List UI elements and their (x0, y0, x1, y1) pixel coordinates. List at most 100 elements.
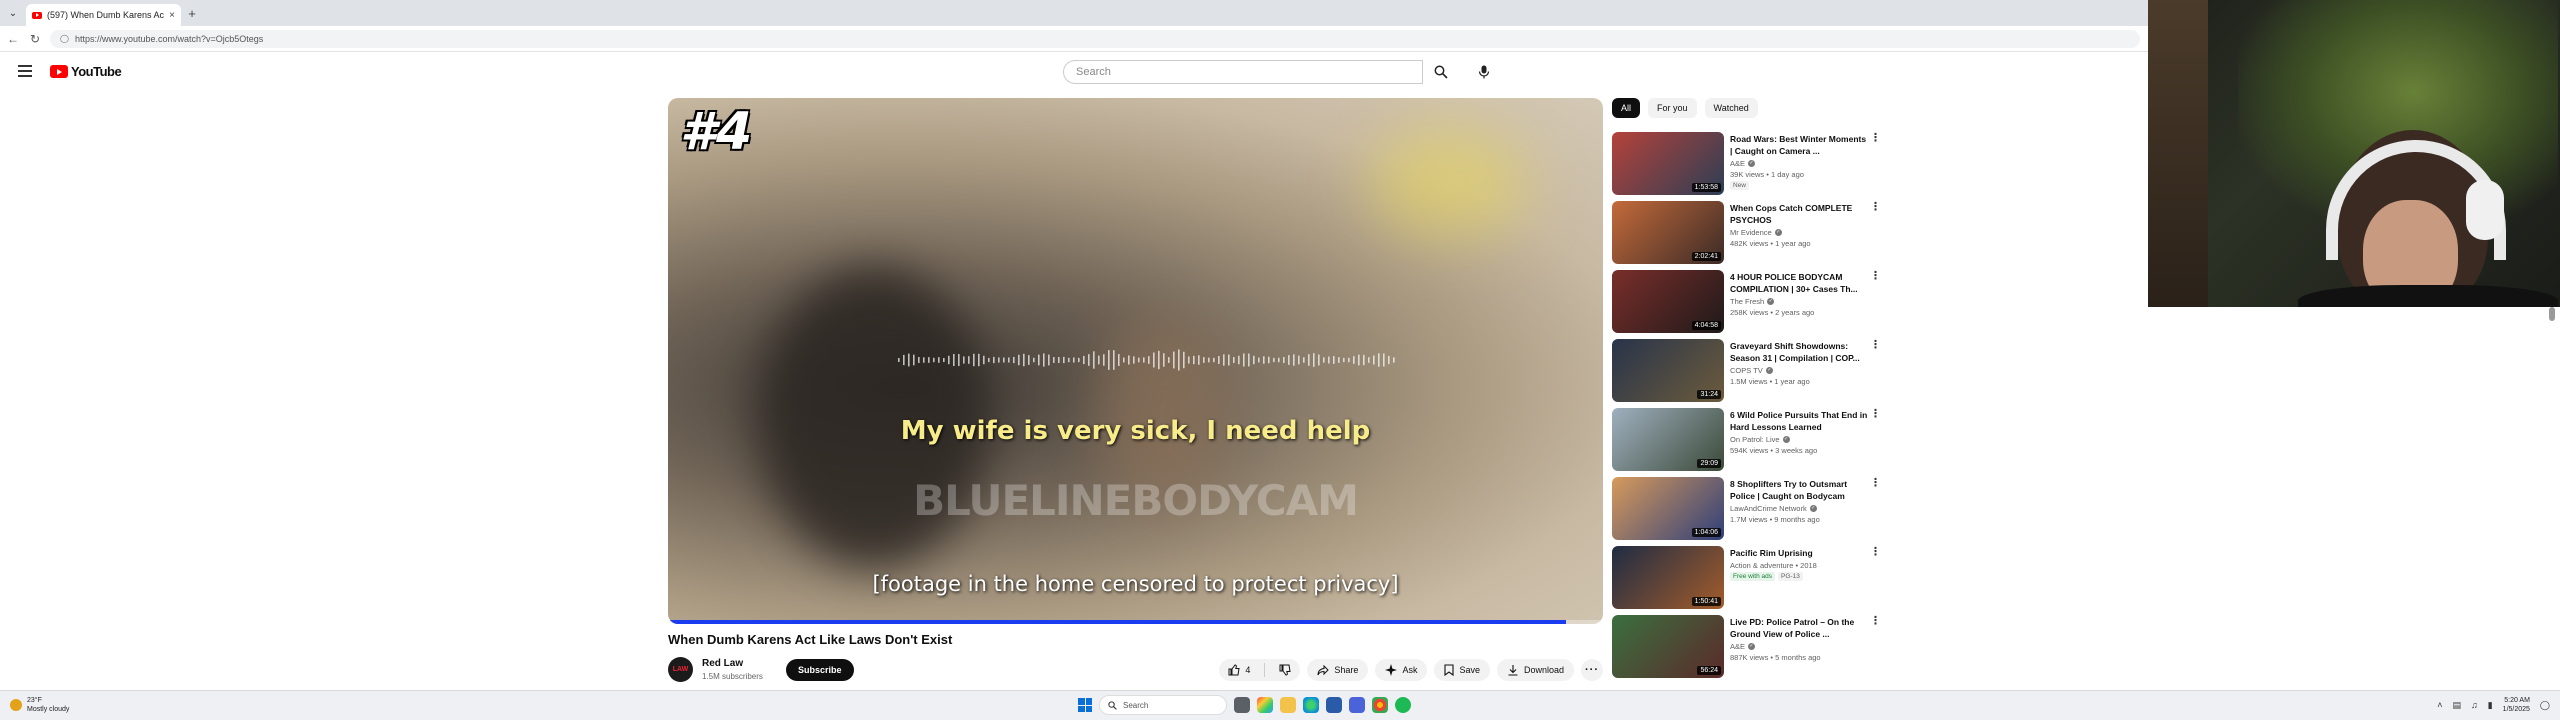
recommendation-thumbnail[interactable]: 29:09 (1612, 408, 1724, 471)
menu-icon[interactable] (18, 65, 32, 77)
save-button[interactable]: Save (1434, 659, 1490, 681)
more-vertical-icon[interactable]: ⋮ (1870, 478, 1881, 489)
waveform-bar (1168, 357, 1170, 363)
channel-row: LAW Red Law 1.5M subscribers Subscribe 4… (668, 655, 1603, 683)
weather-widget[interactable]: 23°F Mostly cloudy (10, 696, 69, 714)
share-button[interactable]: Share (1307, 659, 1369, 681)
recommendation-channel[interactable]: Action & adventure • 2018 (1730, 561, 1817, 570)
browser-tab-active[interactable]: (597) When Dumb Karens Ac × (26, 4, 181, 26)
tab-list-chevron-icon[interactable]: ⌄ (0, 0, 26, 26)
channel-name[interactable]: Red Law (702, 658, 743, 669)
more-vertical-icon[interactable]: ⋮ (1870, 547, 1881, 558)
recommendation-thumbnail[interactable]: 1:04:06 (1612, 477, 1724, 540)
recommendation-thumbnail[interactable]: 2:02:41 (1612, 201, 1724, 264)
page-scrollbar-thumb[interactable] (2549, 307, 2555, 321)
store-icon[interactable] (1326, 697, 1342, 713)
chip-all[interactable]: All (1612, 98, 1641, 118)
recommendation-title[interactable]: 6 Wild Police Pursuits That End in Hard … (1730, 409, 1868, 433)
weather-temp: 23°F (27, 697, 42, 704)
site-info-icon[interactable]: ◯ (60, 34, 69, 43)
recommendation-item[interactable]: 1:53:58 Road Wars: Best Winter Moments | … (1612, 132, 1882, 201)
recommendation-title[interactable]: When Cops Catch COMPLETE PSYCHOS (1730, 202, 1868, 226)
taskbar-search[interactable]: Search (1099, 695, 1227, 715)
spotify-icon[interactable] (1395, 697, 1411, 713)
like-button[interactable]: 4 (1219, 659, 1259, 681)
dislike-button[interactable] (1270, 659, 1300, 681)
subtitle-main: My wife is very sick, I need help (900, 416, 1371, 446)
channel-avatar[interactable]: LAW (668, 657, 693, 682)
file-explorer-icon[interactable] (1280, 697, 1296, 713)
voice-search-button[interactable] (1474, 62, 1494, 82)
more-vertical-icon[interactable]: ⋮ (1870, 340, 1881, 351)
recommendation-channel[interactable]: On Patrol: Live (1730, 435, 1780, 444)
more-actions-button[interactable]: ··· (1581, 659, 1603, 681)
video-duration: 31:24 (1697, 390, 1721, 399)
recommendation-thumbnail[interactable]: 4:04:58 (1612, 270, 1724, 333)
recommendation-channel[interactable]: The Fresh (1730, 297, 1764, 306)
more-vertical-icon[interactable]: ⋮ (1870, 202, 1881, 213)
recommendation-title[interactable]: Live PD: Police Patrol – On the Ground V… (1730, 616, 1868, 640)
wifi-icon[interactable]: ▤ (2452, 700, 2461, 711)
discord-icon[interactable] (1349, 697, 1365, 713)
volume-icon[interactable]: ♫ (2471, 700, 2478, 710)
recommendation-thumbnail[interactable]: 1:53:58 (1612, 132, 1724, 195)
address-bar[interactable]: ◯ https://www.youtube.com/watch?v=Ojcb5O… (50, 29, 2140, 48)
waveform-bar (1113, 350, 1115, 370)
edge-browser-icon[interactable] (1303, 697, 1319, 713)
download-button[interactable]: Download (1496, 659, 1574, 681)
recommendation-channel[interactable]: COPS TV (1730, 366, 1763, 375)
more-vertical-icon[interactable]: ⋮ (1870, 409, 1881, 420)
task-view-icon[interactable] (1234, 697, 1250, 713)
recommendation-thumbnail[interactable]: 31:24 (1612, 339, 1724, 402)
windows-start-icon[interactable] (1078, 698, 1092, 712)
chip-watched[interactable]: Watched (1704, 98, 1758, 118)
back-arrow-icon[interactable]: ← (6, 32, 20, 46)
recommendation-title[interactable]: 4 HOUR POLICE BODYCAM COMPILATION | 30+ … (1730, 271, 1868, 295)
battery-icon[interactable]: ▮ (2488, 700, 2493, 711)
recommendation-thumbnail[interactable]: 56:24 (1612, 615, 1724, 678)
waveform-bar (1108, 350, 1110, 370)
recommendation-thumbnail[interactable]: 1:50:41 (1612, 546, 1724, 609)
more-vertical-icon[interactable]: ⋮ (1870, 271, 1881, 282)
recommendation-channel-row: Action & adventure • 2018 (1730, 561, 1868, 570)
recommendation-item[interactable]: 56:24 Live PD: Police Patrol – On the Gro… (1612, 615, 1882, 684)
notification-bell-icon[interactable]: ◯ (2540, 700, 2550, 711)
new-tab-icon[interactable]: + (181, 6, 203, 21)
subscribe-button[interactable]: Subscribe (786, 659, 854, 681)
recommendation-channel[interactable]: A&E (1730, 159, 1745, 168)
search-button[interactable] (1423, 60, 1459, 84)
recommendation-item[interactable]: 2:02:41 When Cops Catch COMPLETE PSYCHOS M… (1612, 201, 1882, 270)
video-player[interactable]: #4 My wife is very sick, I need help BLU… (668, 98, 1603, 624)
recommendation-title[interactable]: Pacific Rim Uprising (1730, 547, 1868, 559)
chip-for-you[interactable]: For you (1648, 98, 1697, 118)
recommendation-item[interactable]: 31:24 Graveyard Shift Showdowns: Season 3… (1612, 339, 1882, 408)
chrome-icon[interactable] (1372, 697, 1388, 713)
recommendation-item[interactable]: 29:09 6 Wild Police Pursuits That End in … (1612, 408, 1882, 477)
copilot-icon[interactable] (1257, 697, 1273, 713)
waveform-bar (1058, 357, 1060, 363)
clock[interactable]: 5:20 AM 1/5/2025 (2503, 696, 2530, 714)
video-duration: 4:04:58 (1691, 321, 1721, 330)
more-vertical-icon[interactable]: ⋮ (1870, 616, 1881, 627)
recommendation-channel[interactable]: A&E (1730, 642, 1745, 651)
chevron-up-icon[interactable]: ˄ (2437, 700, 2442, 710)
recommendation-item[interactable]: 4:04:58 4 HOUR POLICE BODYCAM COMPILATION… (1612, 270, 1882, 339)
search-input[interactable]: Search (1063, 60, 1423, 84)
recommendation-title[interactable]: 8 Shoplifters Try to Outsmart Police | C… (1730, 478, 1868, 502)
ask-button[interactable]: Ask (1375, 659, 1428, 681)
recommendation-title[interactable]: Road Wars: Best Winter Moments | Caught … (1730, 133, 1868, 157)
video-frame-blur (1368, 128, 1528, 238)
weather-cloud-icon (10, 699, 22, 711)
rating-badge: PG-13 (1778, 572, 1803, 581)
progress-bar[interactable] (668, 620, 1603, 624)
recommendation-channel[interactable]: Mr Evidence (1730, 228, 1772, 237)
waveform-bar (943, 357, 945, 363)
recommendation-channel[interactable]: LawAndCrime Network (1730, 504, 1807, 513)
youtube-logo[interactable]: YouTube (50, 64, 122, 79)
recommendation-item[interactable]: 1:50:41 Pacific Rim Uprising Action & adve… (1612, 546, 1882, 615)
more-vertical-icon[interactable]: ⋮ (1870, 133, 1881, 144)
recommendation-item[interactable]: 1:04:06 8 Shoplifters Try to Outsmart Pol… (1612, 477, 1882, 546)
recommendation-title[interactable]: Graveyard Shift Showdowns: Season 31 | C… (1730, 340, 1868, 364)
reload-icon[interactable]: ↻ (28, 32, 42, 46)
tab-close-icon[interactable]: × (169, 10, 175, 21)
